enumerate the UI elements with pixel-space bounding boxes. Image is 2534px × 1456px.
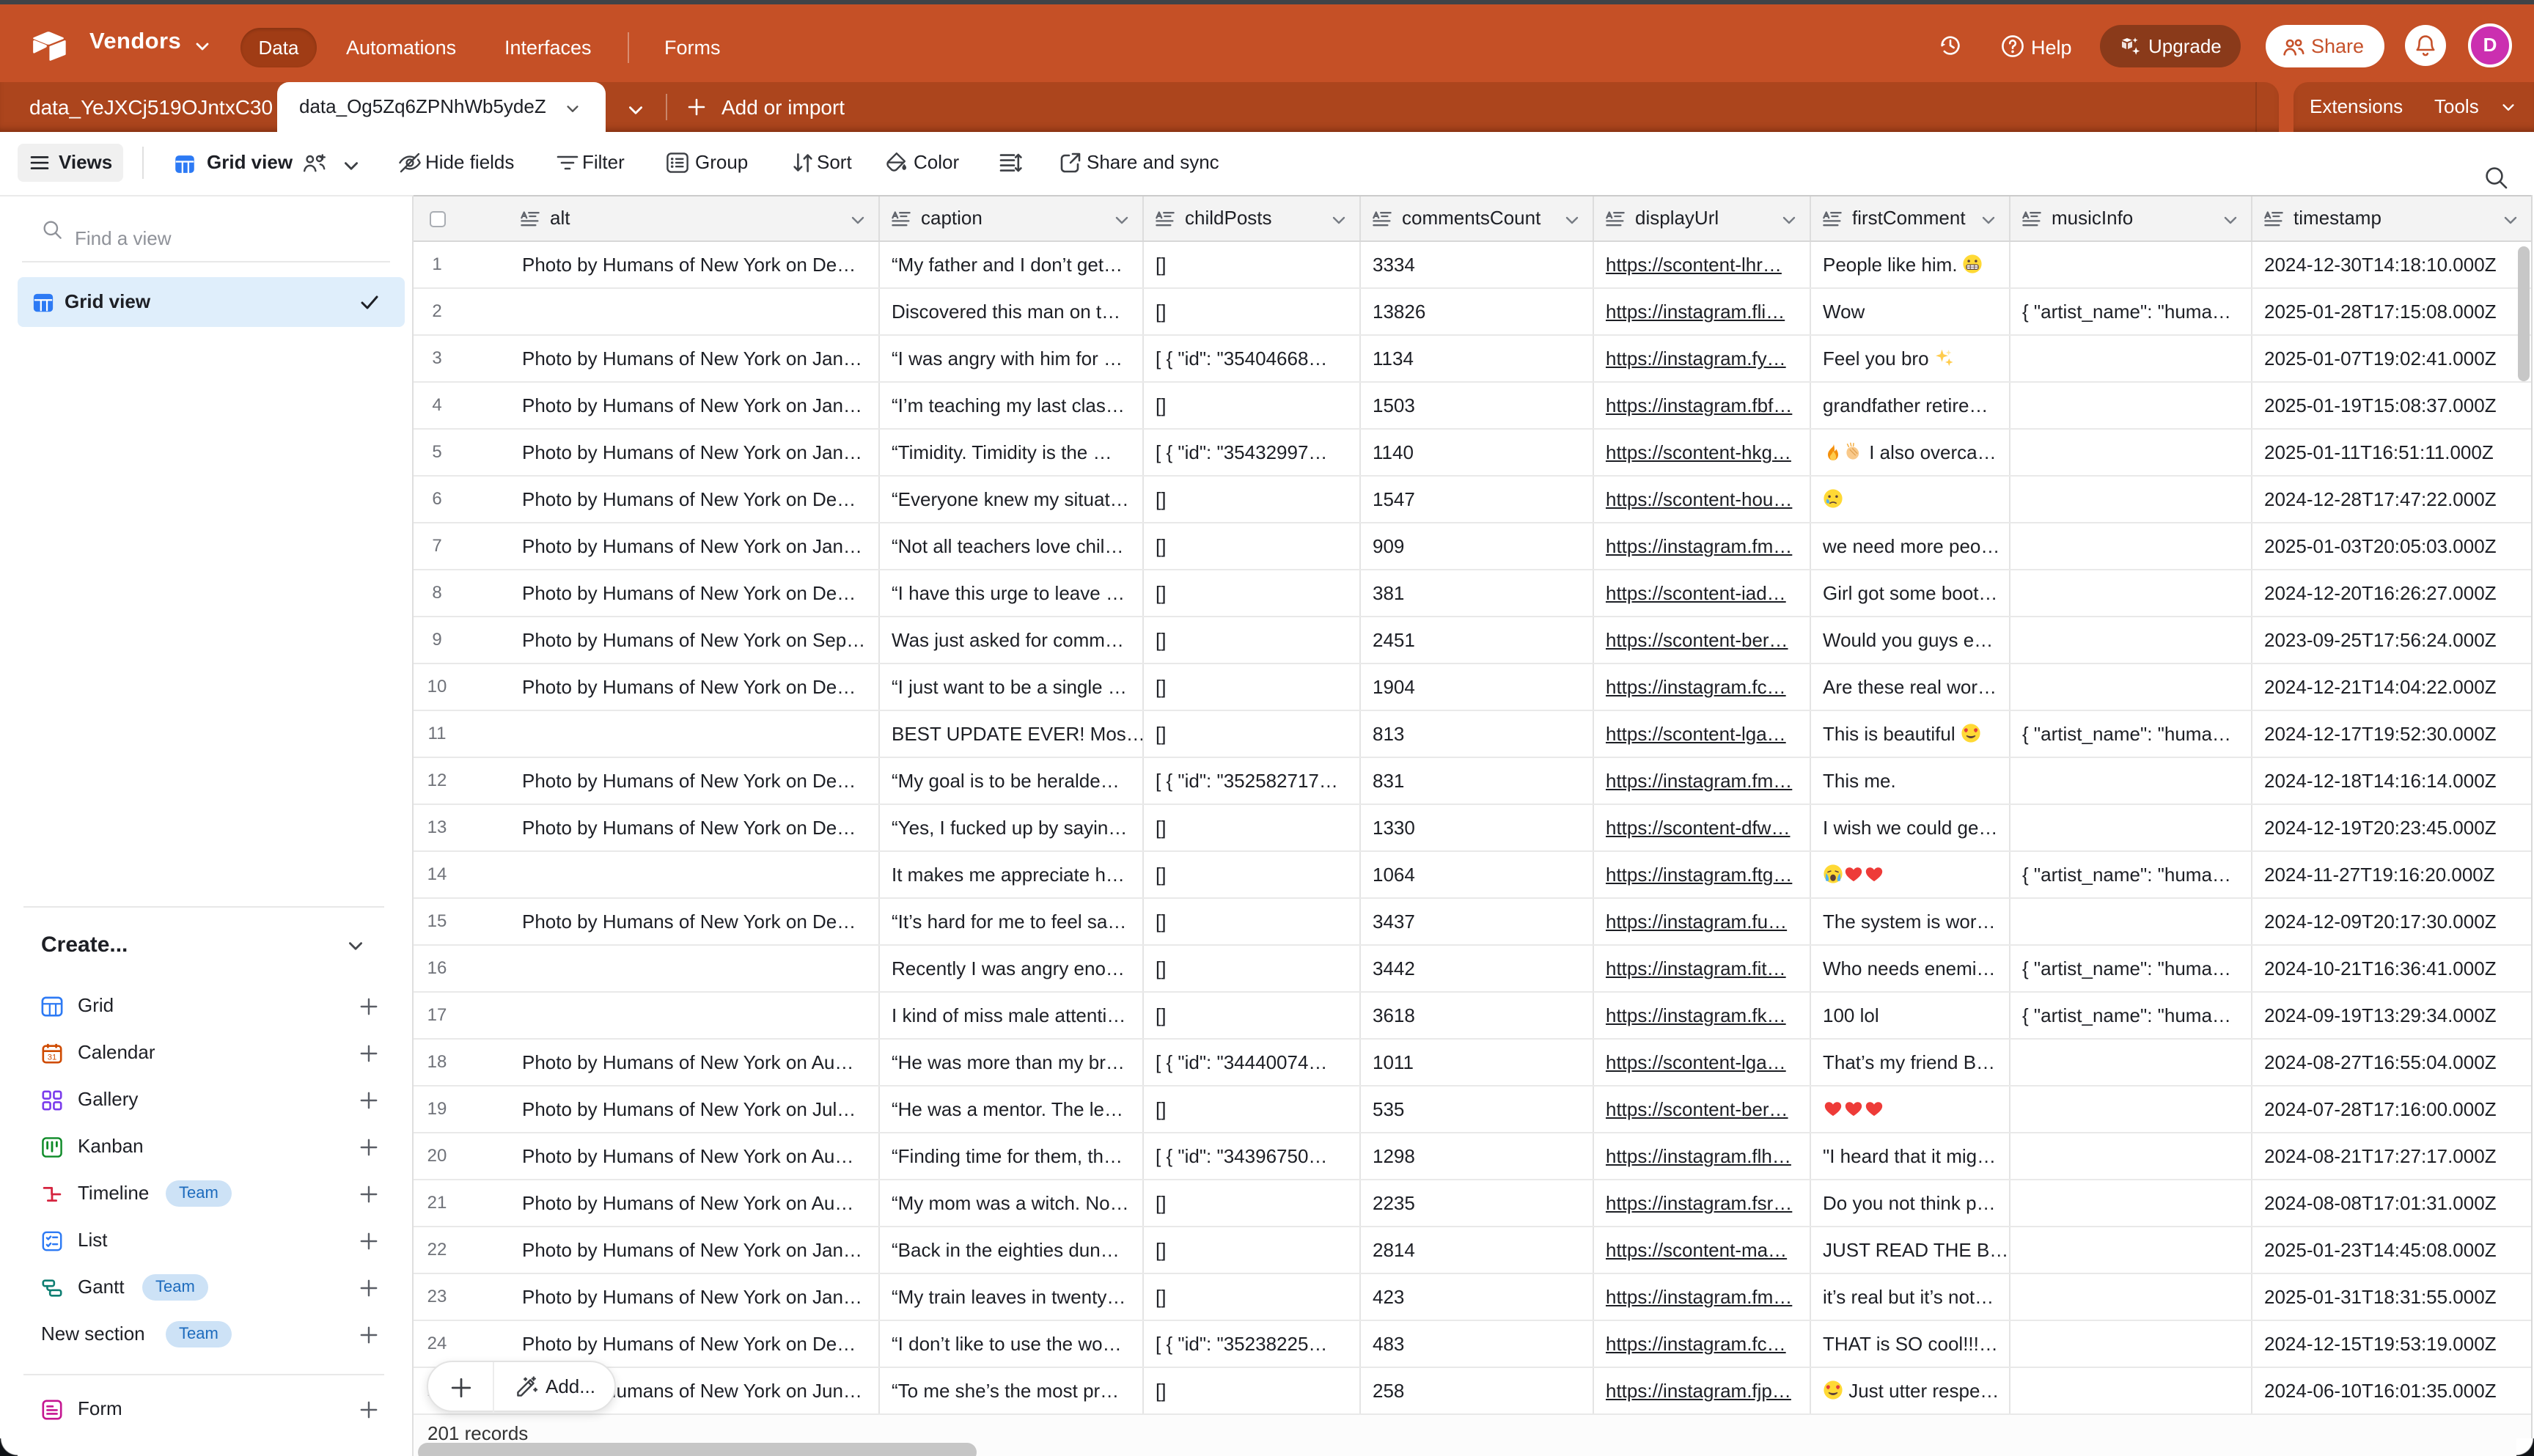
- svg-text:31: 31: [48, 1054, 57, 1062]
